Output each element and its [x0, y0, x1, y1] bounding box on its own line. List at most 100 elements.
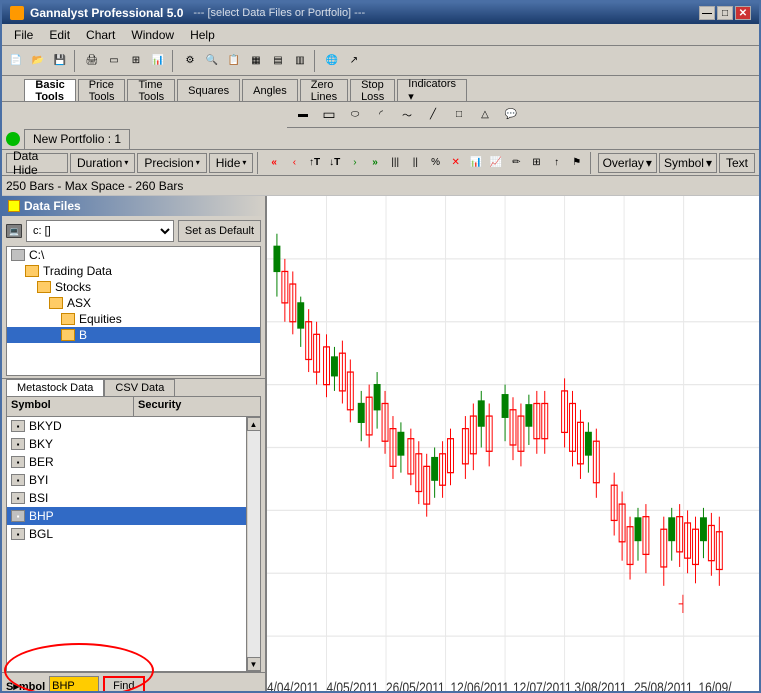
flag-btn[interactable]: ⚑	[568, 153, 586, 173]
save-btn[interactable]: 💾	[50, 51, 70, 71]
svg-text:25/08/2011: 25/08/2011	[634, 679, 693, 693]
tree-item-asx[interactable]: ASX	[7, 295, 260, 311]
arr-T-up[interactable]: ↑T	[305, 153, 323, 173]
svg-text:12/06/2011: 12/06/2011	[451, 679, 510, 693]
window-btn[interactable]: ▭	[104, 51, 124, 71]
tab-angles[interactable]: Angles	[242, 79, 298, 101]
arrow-btn[interactable]: ↗	[344, 51, 364, 71]
draw-line[interactable]: ╱	[421, 105, 445, 125]
computer-icon: 💻	[6, 224, 22, 238]
chart-btn[interactable]: 📊	[148, 51, 168, 71]
up-btn[interactable]: ↑	[548, 153, 566, 173]
overlay-dropdown[interactable]: Overlay▾	[598, 153, 657, 173]
minimize-button[interactable]: —	[699, 6, 715, 20]
sym-row-bgl[interactable]: ▪ BGL	[7, 525, 246, 543]
portfolio-tab[interactable]: New Portfolio : 1	[24, 129, 130, 149]
arr-T-dn[interactable]: ↓T	[326, 153, 344, 173]
tab-basic-tools[interactable]: Basic Tools	[24, 79, 75, 101]
grid2-btn[interactable]: ⊞	[527, 153, 545, 173]
grid-btn[interactable]: ▦	[246, 51, 266, 71]
line-chart-btn[interactable]: 📈	[487, 153, 505, 173]
bar-less[interactable]: ||	[406, 153, 424, 173]
bar-chart-btn[interactable]: 📊	[467, 153, 485, 173]
pencil-btn[interactable]: ✏	[507, 153, 525, 173]
bar-more[interactable]: |||	[386, 153, 404, 173]
data-files-header: Data Files	[2, 196, 265, 216]
tree-item-stocks[interactable]: Stocks	[7, 279, 260, 295]
tree-item-b[interactable]: B	[7, 327, 260, 343]
precision-btn[interactable]: Precision▾	[137, 153, 206, 173]
text-btn[interactable]: Text	[719, 153, 755, 173]
zoom-percent[interactable]: %	[426, 153, 444, 173]
tab-squares[interactable]: Squares	[177, 79, 240, 101]
col-btn[interactable]: ▤	[268, 51, 288, 71]
new-btn[interactable]: 📄	[6, 51, 26, 71]
draw-arc[interactable]: ◜	[369, 105, 393, 125]
drive-dropdown[interactable]: c: []	[26, 220, 174, 242]
tree-item-trading-data[interactable]: Trading Data	[7, 263, 260, 279]
tab-price-tools[interactable]: Price Tools	[78, 79, 126, 101]
search-input[interactable]	[49, 676, 99, 693]
data-btn[interactable]: 📋	[224, 51, 244, 71]
draw-rect[interactable]: ▬	[291, 105, 315, 125]
symbol-dropdown[interactable]: Symbol▾	[659, 153, 717, 173]
tree-item-equities[interactable]: Equities	[7, 311, 260, 327]
col-symbol[interactable]: Symbol	[7, 397, 134, 416]
maximize-button[interactable]: □	[717, 6, 733, 20]
sym-row-ber[interactable]: ▪ BER	[7, 453, 246, 471]
tab-metastock[interactable]: Metastock Data	[6, 379, 104, 396]
data-hide-btn[interactable]: Data Hide	[6, 153, 68, 173]
arr-grn-right[interactable]: ›	[346, 153, 364, 173]
sym-row-bhp[interactable]: ▪ BHP	[7, 507, 246, 525]
arr-grn-dbl-right[interactable]: »	[366, 153, 384, 173]
draw-rounded-rect[interactable]: ▭	[317, 105, 341, 125]
duration-btn[interactable]: Duration▾	[70, 153, 135, 173]
draw-wave[interactable]: 〜	[395, 105, 419, 125]
symbol-scrollbar[interactable]: ▲ ▼	[246, 417, 260, 671]
file-tree[interactable]: C:\ Trading Data Stocks ASX Equities	[6, 246, 261, 376]
svg-text:4/04/2011: 4/04/2011	[267, 679, 319, 693]
menu-chart[interactable]: Chart	[78, 26, 123, 44]
sym-row-bky[interactable]: ▪ BKY	[7, 435, 246, 453]
globe-btn[interactable]: 🌐	[322, 51, 342, 71]
cross-btn[interactable]: ✕	[447, 153, 465, 173]
tab-time-tools[interactable]: Time Tools	[127, 79, 175, 101]
drive-selector: 💻 c: [] Set as Default	[2, 216, 265, 246]
tab-indicators[interactable]: Indicators ▾	[397, 79, 467, 101]
col-security[interactable]: Security	[134, 397, 260, 416]
tab-stop-loss[interactable]: Stop Loss	[350, 79, 395, 101]
menu-file[interactable]: File	[6, 26, 41, 44]
menu-edit[interactable]: Edit	[41, 26, 78, 44]
settings-btn[interactable]: ⚙	[180, 51, 200, 71]
scroll-up[interactable]: ▲	[247, 417, 261, 431]
chart-area[interactable]: ┤ 4/04/2011 4/05/2011 26/05/2011 12/06/2…	[267, 196, 759, 693]
close-button[interactable]: ✕	[735, 6, 751, 20]
zoom-in-btn[interactable]: 🔍	[202, 51, 222, 71]
draw-ellipse[interactable]: ⬭	[343, 105, 367, 125]
symbol-table-body: ▪ BKYD ▪ BKY ▪ BER ▪ BYI	[7, 417, 246, 671]
hide-btn[interactable]: Hide▾	[209, 153, 254, 173]
set-default-button[interactable]: Set as Default	[178, 220, 261, 242]
tile-btn[interactable]: ⊞	[126, 51, 146, 71]
tab-csv[interactable]: CSV Data	[104, 379, 175, 396]
open-btn[interactable]: 📂	[28, 51, 48, 71]
draw-box[interactable]: □	[447, 105, 471, 125]
menu-window[interactable]: Window	[123, 26, 182, 44]
sym-row-byi[interactable]: ▪ BYI	[7, 471, 246, 489]
tab-zero-lines[interactable]: Zero Lines	[300, 79, 348, 101]
arr-red-left[interactable]: ‹	[285, 153, 303, 173]
row-btn[interactable]: ▥	[290, 51, 310, 71]
sym-row-bkyd[interactable]: ▪ BKYD	[7, 417, 246, 435]
find-button[interactable]: Find	[103, 676, 144, 693]
draw-triangle[interactable]: △	[473, 105, 497, 125]
draw-speech[interactable]: 💬	[499, 105, 523, 125]
menu-help[interactable]: Help	[182, 26, 223, 44]
sep3	[314, 50, 318, 72]
sym-row-bsi[interactable]: ▪ BSI	[7, 489, 246, 507]
tree-item-c[interactable]: C:\	[7, 247, 260, 263]
portfolio-icon	[6, 132, 20, 146]
search-bar: S▸mbol Find	[2, 672, 265, 693]
arr-red-dbl-left[interactable]: «	[265, 153, 283, 173]
scroll-down[interactable]: ▼	[247, 657, 261, 671]
print-btn[interactable]: 🖨	[82, 51, 102, 71]
